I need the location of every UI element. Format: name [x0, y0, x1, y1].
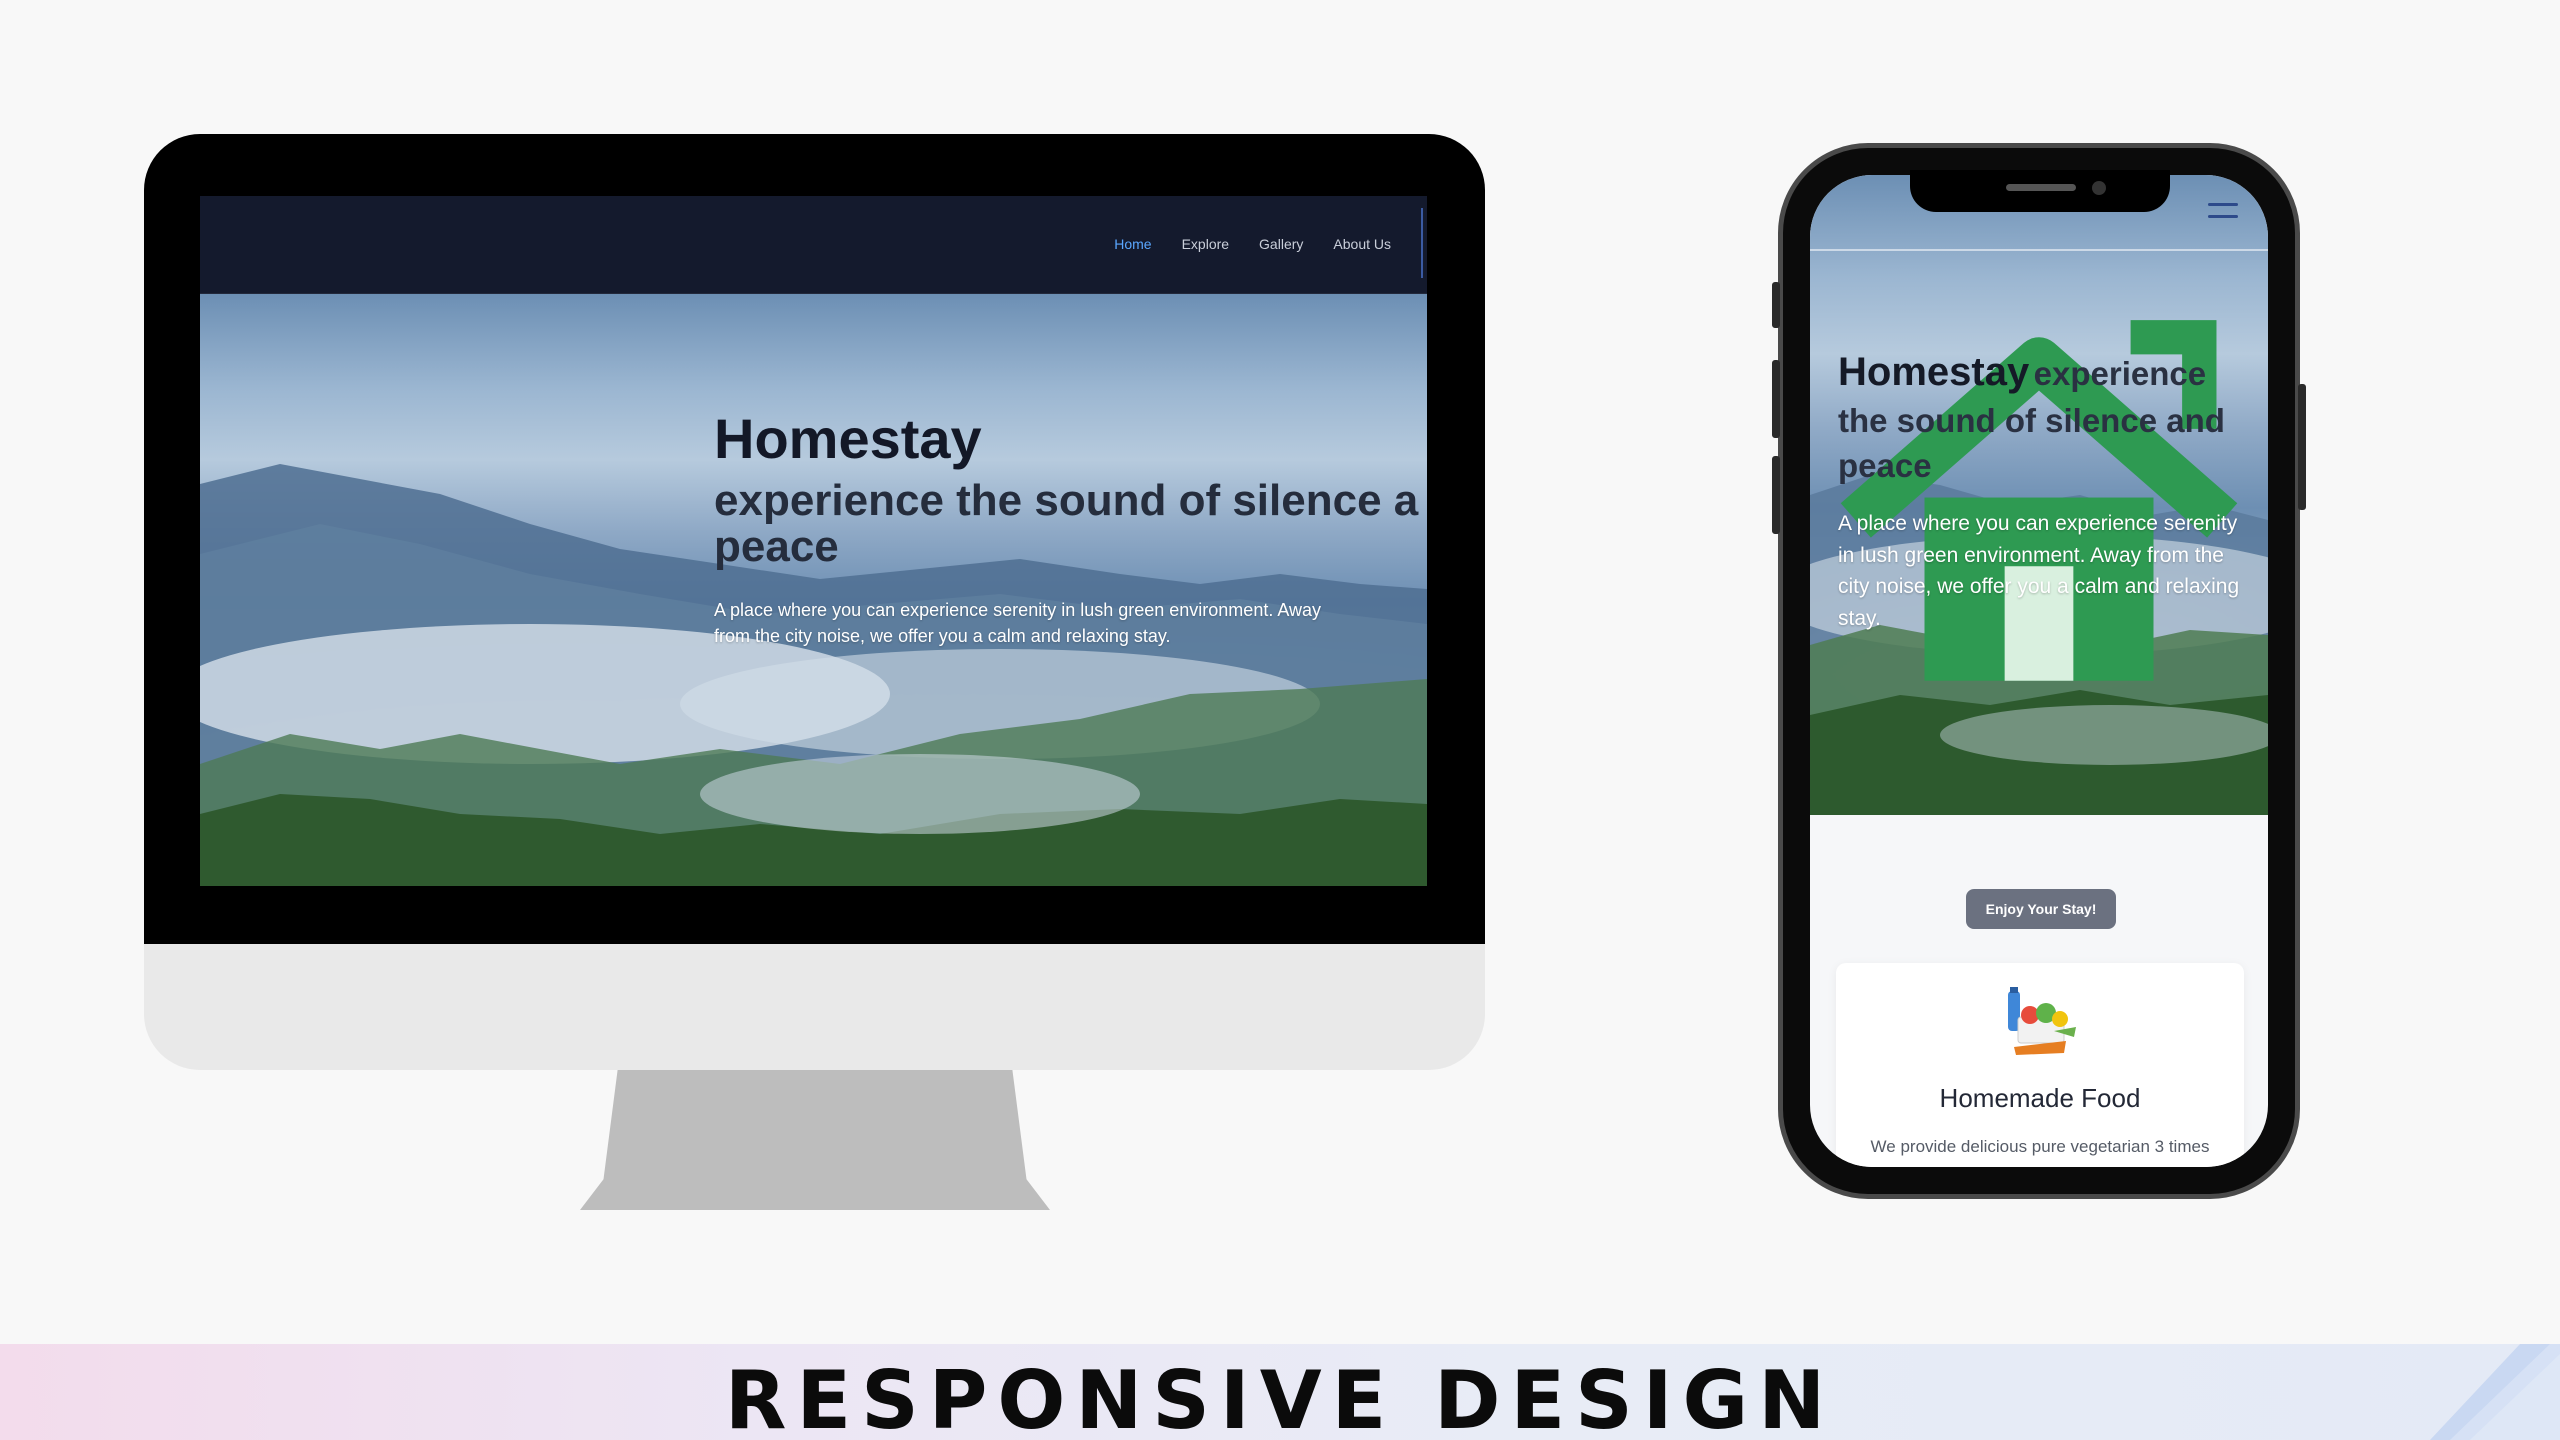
desktop-nav-links: Home Explore Gallery About Us — [1114, 236, 1391, 252]
mobile-hero-title: Homestay — [1838, 350, 2030, 394]
phone-power-button — [2298, 384, 2306, 510]
monitor-stand — [580, 1070, 1050, 1210]
bottom-banner: RESPONSIVE DESIGN — [0, 1344, 2560, 1440]
banner-title: RESPONSIVE DESIGN — [724, 1354, 1836, 1440]
desktop-navbar: Home Explore Gallery About Us — [200, 196, 1427, 294]
desktop-hero-subtitle: experience the sound of silence a peace — [714, 475, 1419, 572]
desktop-hero-text: Homestay experience the sound of silence… — [714, 408, 1427, 649]
mobile-hero-description: A place where you can experience serenit… — [1838, 512, 2240, 630]
hamburger-menu-icon[interactable] — [2208, 203, 2238, 223]
monitor-chin — [144, 944, 1485, 1070]
decorative-stripe — [2430, 1344, 2560, 1440]
desktop-hero-title: Homestay — [714, 407, 982, 470]
nav-link-gallery[interactable]: Gallery — [1259, 236, 1303, 252]
phone-volume-down — [1772, 456, 1780, 534]
nav-link-explore[interactable]: Explore — [1182, 236, 1229, 252]
phone-volume-up — [1772, 360, 1780, 438]
nav-link-about-us[interactable]: About Us — [1333, 236, 1391, 252]
feature-description: We provide delicious pure vegetarian 3 t… — [1870, 1137, 2210, 1156]
desktop-screen: Home Explore Gallery About Us Homestay e… — [200, 196, 1427, 886]
mobile-screen: Homestay experience the sound of silence… — [1810, 175, 2268, 1167]
nav-link-home[interactable]: Home — [1114, 236, 1151, 252]
feature-title: Homemade Food — [1939, 1083, 2141, 1113]
phone-notch — [1910, 170, 2170, 212]
nav-divider — [1421, 208, 1423, 278]
enjoy-your-stay-button[interactable]: Enjoy Your Stay! — [1966, 889, 2116, 929]
feature-card-homemade-food[interactable]: Homemade Food We provide delicious pure … — [1836, 963, 2244, 1167]
mobile-hero: Homestay experience the sound of silence… — [1810, 175, 2268, 815]
phone-speaker — [2006, 184, 2076, 191]
desktop-hero-description: A place where you can experience serenit… — [714, 599, 1322, 646]
desktop-hero: Homestay experience the sound of silence… — [200, 294, 1427, 886]
food-icon — [2008, 987, 2076, 1055]
mobile-hero-heading: Homestay experience the sound of silence… — [1838, 345, 2248, 488]
phone-camera — [2092, 181, 2106, 195]
phone-silent-switch — [1772, 282, 1780, 328]
mobile-hero-text: Homestay experience the sound of silence… — [1838, 345, 2248, 634]
